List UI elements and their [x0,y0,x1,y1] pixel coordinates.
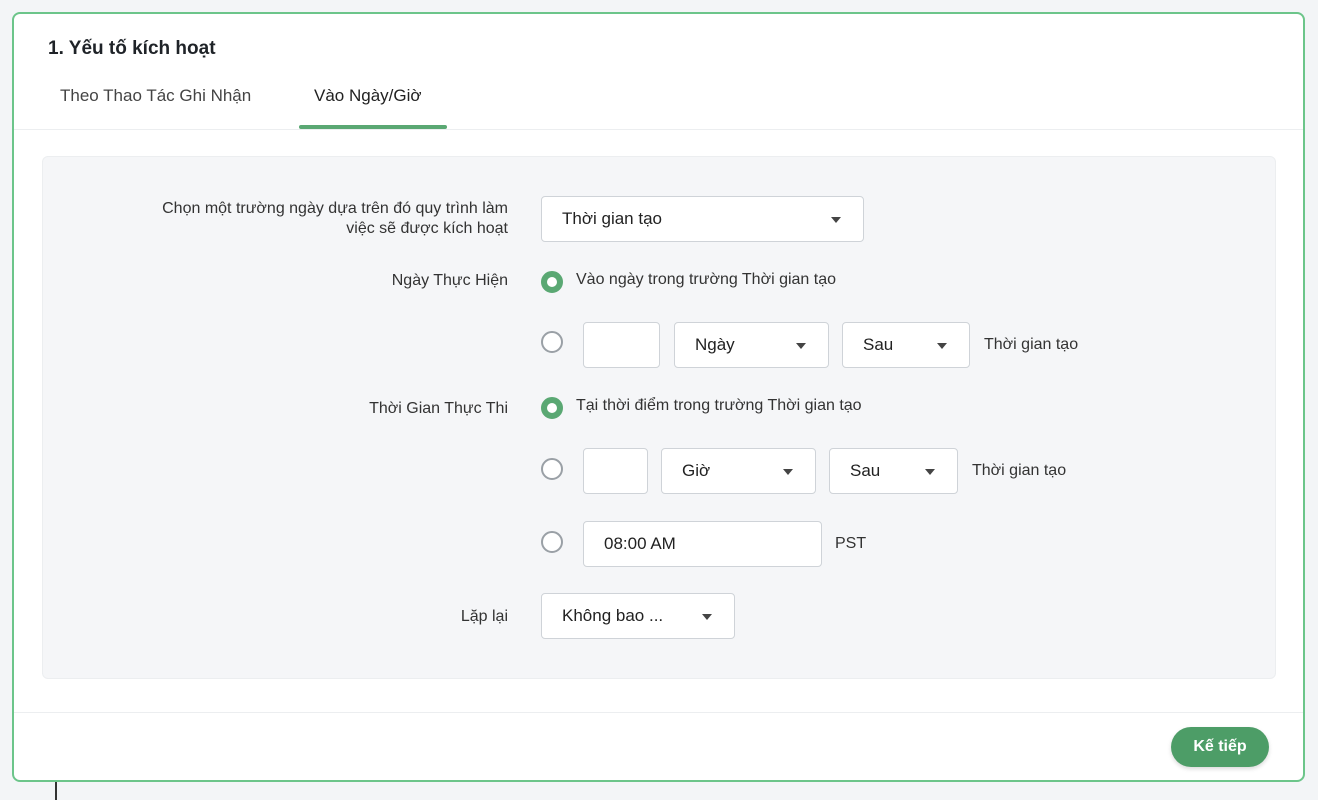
chevron-down-icon [783,469,793,475]
tab-record-action[interactable]: Theo Thao Tác Ghi Nhận [60,86,251,106]
execution-time-option3-radio[interactable] [541,531,563,553]
execution-time-label: Thời Gian Thực Thi [369,400,508,417]
repeat-select-value: Không bao ... [562,606,664,625]
chevron-down-icon [937,343,947,349]
execution-date-unit-select[interactable]: Ngày [674,322,829,368]
execution-date-direction-value: Sau [863,335,894,354]
date-time-panel: Chọn một trường ngày dựa trên đó quy trì… [42,156,1276,679]
date-field-select-value: Thời gian tạo [562,209,662,228]
execution-date-option1-text: Vào ngày trong trường Thời gian tạo [576,271,836,288]
execution-time-option1-text: Tại thời điểm trong trường Thời gian tạo [576,397,862,414]
execution-date-unit-value: Ngày [695,335,735,354]
execution-time-unit-value: Giờ [682,461,711,480]
execution-date-label: Ngày Thực Hiện [391,272,508,289]
execution-time-option1-radio[interactable] [541,397,563,419]
date-field-label-line2: việc sẽ được kích hoạt [346,220,508,237]
timezone-label: PST [835,535,867,552]
execution-date-option1-radio[interactable] [541,271,563,293]
flow-connector-line [55,782,57,800]
execution-date-direction-select[interactable]: Sau [842,322,970,368]
tab-bar: Theo Thao Tác Ghi Nhận Vào Ngày/Giờ [14,76,1303,130]
date-field-label-line1: Chọn một trường ngày dựa trên đó quy trì… [162,200,508,217]
repeat-label: Lặp lại [460,608,508,625]
execution-date-offset-input[interactable] [583,322,660,368]
date-field-select[interactable]: Thời gian tạo [541,196,864,242]
repeat-select[interactable]: Không bao ... [541,593,735,639]
execution-time-unit-select[interactable]: Giờ [661,448,816,494]
execution-time-option2-radio[interactable] [541,458,563,480]
trigger-card: 1. Yếu tố kích hoạt Theo Thao Tác Ghi Nh… [12,12,1305,782]
section-title: 1. Yếu tố kích hoạt [48,38,216,59]
chevron-down-icon [796,343,806,349]
execution-time-time-input[interactable]: 08:00 AM [583,521,822,567]
date-field-label: Chọn một trường ngày dựa trên đó quy trì… [162,199,508,239]
next-button[interactable]: Kế tiếp [1171,727,1269,767]
execution-time-direction-select[interactable]: Sau [829,448,958,494]
tab-date-time[interactable]: Vào Ngày/Giờ [314,86,422,106]
footer-divider [14,712,1303,713]
execution-date-option2-radio[interactable] [541,331,563,353]
execution-time-direction-value: Sau [850,461,881,480]
active-tab-indicator [299,125,447,129]
chevron-down-icon [831,217,841,223]
execution-time-suffix: Thời gian tạo [972,462,1067,479]
execution-time-offset-input[interactable] [583,448,648,494]
chevron-down-icon [925,469,935,475]
execution-date-suffix: Thời gian tạo [984,336,1079,353]
chevron-down-icon [702,614,712,620]
